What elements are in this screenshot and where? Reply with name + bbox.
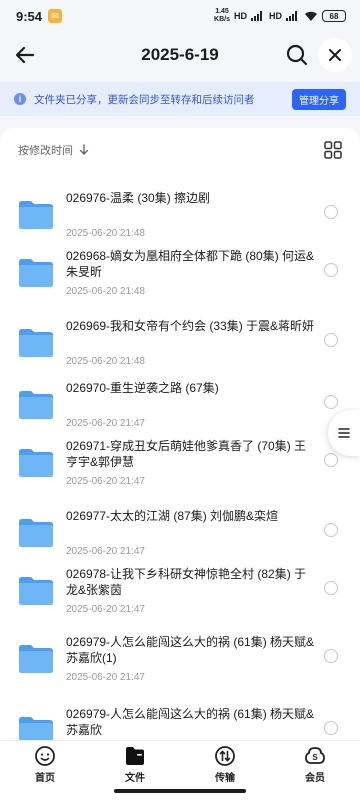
top-bar: 2025-6-19 (0, 32, 360, 78)
select-radio[interactable] (324, 333, 338, 347)
select-radio[interactable] (324, 395, 338, 409)
menu-lines-icon (338, 428, 350, 438)
wifi-icon (305, 11, 317, 21)
folder-icon (19, 519, 53, 547)
file-row[interactable]: 026971-穿成丑女后萌娃他爹真香了 (70集) 王亨宇&郭伊慧 2025-06… (0, 438, 360, 506)
file-date: 2025-06-20 21:47 (66, 476, 145, 487)
cell-signal-icon-2 (286, 11, 297, 21)
status-time: 9:54 (16, 8, 43, 24)
file-name: 026971-穿成丑女后萌娃他爹真香了 (70集) 王亨宇&郭伊慧 (66, 439, 307, 469)
select-radio[interactable] (324, 453, 338, 467)
file-name: 026976-温柔 (30集) 擦边剧 (66, 191, 211, 205)
search-icon[interactable] (284, 42, 310, 68)
select-radio[interactable] (324, 205, 338, 219)
home-indicator[interactable] (114, 789, 246, 793)
app-notification-icon: ✉ (48, 9, 63, 23)
file-name: 026969-我和女帝有个约会 (33集) 于震&蒋昕妍 (66, 319, 315, 333)
file-icon (126, 747, 144, 765)
file-panel: 按修改时间 026976-温柔 (30集) 擦边剧 2025-06-20 21:4… (0, 128, 360, 740)
manage-share-button[interactable]: 管理分享 (292, 89, 346, 110)
transfer-icon (215, 746, 235, 766)
nav-files-label: 文件 (125, 773, 145, 784)
file-row[interactable]: 026976-温柔 (30集) 擦边剧 2025-06-20 21:48 (0, 190, 360, 246)
bottom-navigation: 首页 文件 传输 S 会员 (0, 740, 360, 786)
file-row[interactable]: 026979-人怎么能闯这么大的祸 (61集) 杨天赋&苏嘉欣2025-06-2… (0, 706, 360, 740)
net-speed: 1.45 KB/s (214, 8, 230, 23)
folder-icon (19, 329, 53, 357)
folder-icon (19, 449, 53, 477)
file-name: 026977-太太的江湖 (87集) 刘伽鹏&栾煊 (66, 509, 279, 523)
file-row[interactable]: 026977-太太的江湖 (87集) 刘伽鹏&栾煊 2025-06-20 21:4… (0, 508, 360, 564)
sort-label: 按修改时间 (18, 145, 73, 157)
folder-icon (19, 259, 53, 287)
share-notice-banner: i 文件夹已分享，更新会同步至转存和后续访问者 管理分享 (0, 82, 360, 116)
status-indicators: 1.45 KB/s HD HD 68 (214, 8, 346, 24)
folder-icon (19, 577, 53, 605)
file-name: 026979-人怎么能闯这么大的祸 (61集) 杨天赋&苏嘉欣 (66, 707, 315, 737)
folder-icon (19, 201, 53, 229)
folder-icon (19, 391, 53, 419)
signal-hd-1: HD (234, 11, 247, 21)
file-row[interactable]: 026969-我和女帝有个约会 (33集) 于震&蒋昕妍 2025-06-20 2… (0, 318, 360, 378)
file-date: 2025-06-20 21:47 (66, 672, 145, 683)
file-date: 2025-06-20 21:48 (66, 356, 145, 367)
svg-text:S: S (312, 753, 318, 762)
folder-icon (19, 645, 53, 673)
nav-member-label: 会员 (305, 773, 325, 784)
status-bar: 9:54 ✉ 1.45 KB/s HD HD 68 (0, 0, 360, 32)
file-date: 2025-06-20 21:48 (66, 286, 145, 297)
file-row[interactable]: 026979-人怎么能闯这么大的祸 (61集) 杨天赋&苏嘉欣(1) 2025-0… (0, 634, 360, 702)
info-icon: i (14, 93, 26, 105)
file-date: 2025-06-20 21:48 (66, 228, 145, 239)
nav-member[interactable]: S 会员 (270, 741, 360, 786)
nav-transfer[interactable]: 传输 (180, 741, 270, 786)
select-radio[interactable] (324, 263, 338, 277)
select-radio[interactable] (324, 649, 338, 663)
select-radio[interactable] (324, 581, 338, 595)
file-name: 026978-让我下乡科研女神惊艳全村 (82集) 于龙&张紫茵 (66, 567, 307, 597)
file-date: 2025-06-20 21:47 (66, 604, 145, 615)
file-date: 2025-06-20 21:47 (66, 418, 145, 429)
nav-home-label: 首页 (35, 773, 55, 784)
battery-icon: 68 (322, 10, 346, 22)
sort-selector[interactable]: 按修改时间 (18, 142, 89, 158)
arrow-down-icon (79, 144, 89, 155)
signal-hd-2: HD (269, 11, 282, 21)
close-button[interactable] (318, 38, 352, 72)
file-name: 026979-人怎么能闯这么大的祸 (61集) 杨天赋&苏嘉欣(1) (66, 635, 315, 665)
grid-view-icon[interactable] (324, 141, 342, 159)
file-row[interactable]: 026968-嫡女为凰相府全体都下跪 (80集) 何运&朱旻昕 2025-06-2… (0, 248, 360, 316)
back-arrow-icon[interactable] (12, 42, 38, 68)
folder-icon (19, 717, 53, 740)
file-date: 2025-06-20 21:47 (66, 546, 145, 557)
file-row[interactable]: 026970-重生逆袭之路 (67集) 2025-06-20 21:47 (0, 380, 360, 436)
share-notice-text: 文件夹已分享，更新会同步至转存和后续访问者 (34, 93, 255, 106)
file-row[interactable]: 026978-让我下乡科研女神惊艳全村 (82集) 于龙&张紫茵 2025-06-… (0, 566, 360, 634)
select-radio[interactable] (324, 721, 338, 735)
nav-home[interactable]: 首页 (0, 741, 90, 786)
nav-transfer-label: 传输 (215, 773, 235, 784)
member-icon: S (305, 747, 325, 764)
close-icon (329, 49, 341, 61)
select-radio[interactable] (324, 523, 338, 537)
cell-signal-icon (251, 11, 262, 21)
nav-files[interactable]: 文件 (90, 741, 180, 786)
file-name: 026968-嫡女为凰相府全体都下跪 (80集) 何运&朱旻昕 (66, 249, 315, 279)
home-face-icon (35, 746, 55, 766)
file-name: 026970-重生逆袭之路 (67集) (66, 381, 219, 395)
